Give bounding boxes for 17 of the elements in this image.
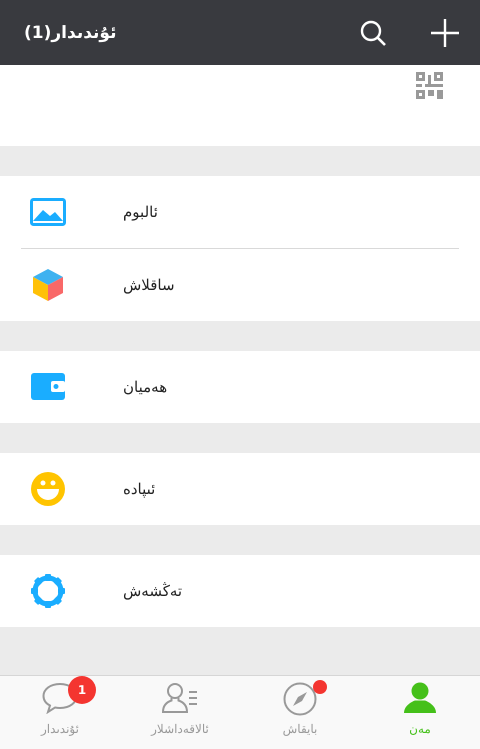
wallet-icon (30, 373, 66, 401)
person-icon (403, 682, 437, 714)
menu-item[interactable]: ئالبوم (0, 176, 480, 248)
settings-icon (30, 573, 66, 609)
add-icon[interactable] (430, 18, 460, 48)
menu-item[interactable]: ئىپادە (0, 453, 480, 525)
unread-badge: 1 (68, 676, 96, 704)
menu-item[interactable]: تەڭشەش (0, 555, 480, 627)
screen-title: ئۇندىدار(1) (24, 22, 116, 42)
picture-frame-icon (30, 198, 66, 226)
menu-item[interactable]: ساقلاش (0, 249, 480, 321)
qr-code-icon[interactable] (416, 72, 443, 99)
cube-icon (30, 268, 66, 302)
menu-item[interactable]: ھەميان (0, 351, 480, 423)
smiley-icon (30, 472, 66, 506)
contacts-icon (161, 682, 199, 714)
compass-icon (283, 682, 317, 716)
